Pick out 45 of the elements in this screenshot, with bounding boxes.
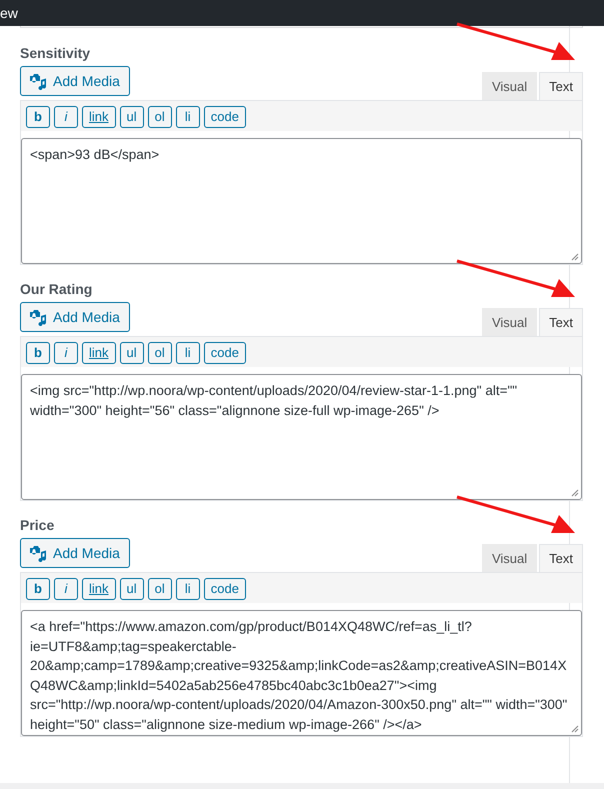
format-button[interactable]: ol — [148, 342, 172, 364]
code-text: <a href="https://www.amazon.com/gp/product/B014XQ48WC/ref=as_li_tl?ie=UTF8&amp;tag=speakerctable-20&amp;camp=1789&amp;creative=9325&amp;linkCode=as2&amp;creativeASIN=B014XQ48WC&amp;linkId=5402a5ab256e4785bc40abc3c1b0ea27"><img src="http://wp.noora/wp-content/uploads/2020/04/Amazon-300x50.png" alt="" width="300" height="50" class="alignnone size-medium wp-image-266" /></a> — [30, 618, 568, 734]
format-button[interactable]: i — [54, 342, 78, 364]
resize-handle-icon[interactable] — [571, 725, 579, 733]
format-button[interactable]: li — [176, 578, 200, 600]
resize-handle-icon[interactable] — [571, 253, 579, 261]
format-button[interactable]: link — [82, 578, 116, 600]
media-icon — [29, 72, 47, 90]
format-button[interactable]: li — [176, 106, 200, 128]
format-button[interactable]: code — [204, 106, 246, 128]
format-button[interactable]: b — [26, 342, 50, 364]
format-button[interactable]: li — [176, 342, 200, 364]
format-button[interactable]: ol — [148, 106, 172, 128]
format-button[interactable]: ul — [120, 342, 144, 364]
resize-handle-icon[interactable] — [571, 489, 579, 497]
format-button[interactable]: i — [54, 106, 78, 128]
editor-tab[interactable]: Text — [539, 544, 583, 572]
editor-tab[interactable]: Visual — [482, 308, 538, 336]
add-media-button[interactable]: Add Media — [20, 66, 130, 96]
format-button[interactable]: code — [204, 578, 246, 600]
editor-tab[interactable]: Text — [539, 308, 583, 336]
text-area[interactable]: <span>93 dB</span> — [21, 138, 582, 264]
field-label: Sensitivity — [20, 44, 92, 62]
format-button[interactable]: ol — [148, 578, 172, 600]
field-label: Price — [20, 516, 56, 534]
code-text: <img src="http://wp.noora/wp-content/uploads/2020/04/review-star-1-1.png" alt="" width="300" height="56" class="alignnone size-full wp-image-265" /> — [30, 382, 518, 420]
text-area[interactable]: <img src="http://wp.noora/wp-content/uploads/2020/04/review-star-1-1.png" alt="" width="300" height="56" class="alignnone size-full wp-image-265" /> — [21, 374, 582, 500]
format-button[interactable]: link — [82, 106, 116, 128]
format-button[interactable]: i — [54, 578, 78, 600]
format-button[interactable]: ul — [120, 578, 144, 600]
format-button[interactable]: b — [26, 106, 50, 128]
format-button[interactable]: code — [204, 342, 246, 364]
page-title: ew — [0, 5, 18, 21]
format-button[interactable]: ul — [120, 106, 144, 128]
format-button[interactable]: link — [82, 342, 116, 364]
media-icon — [29, 544, 47, 562]
field-label: Our Rating — [20, 280, 94, 298]
add-media-button[interactable]: Add Media — [20, 538, 130, 568]
editor-tab[interactable]: Visual — [482, 544, 538, 572]
editor-tab[interactable]: Visual — [482, 72, 538, 100]
code-text: <span>93 dB</span> — [30, 146, 160, 164]
editor-tab[interactable]: Text — [539, 72, 583, 100]
add-media-button[interactable]: Add Media — [20, 302, 130, 332]
format-button[interactable]: b — [26, 578, 50, 600]
media-icon — [29, 308, 47, 326]
